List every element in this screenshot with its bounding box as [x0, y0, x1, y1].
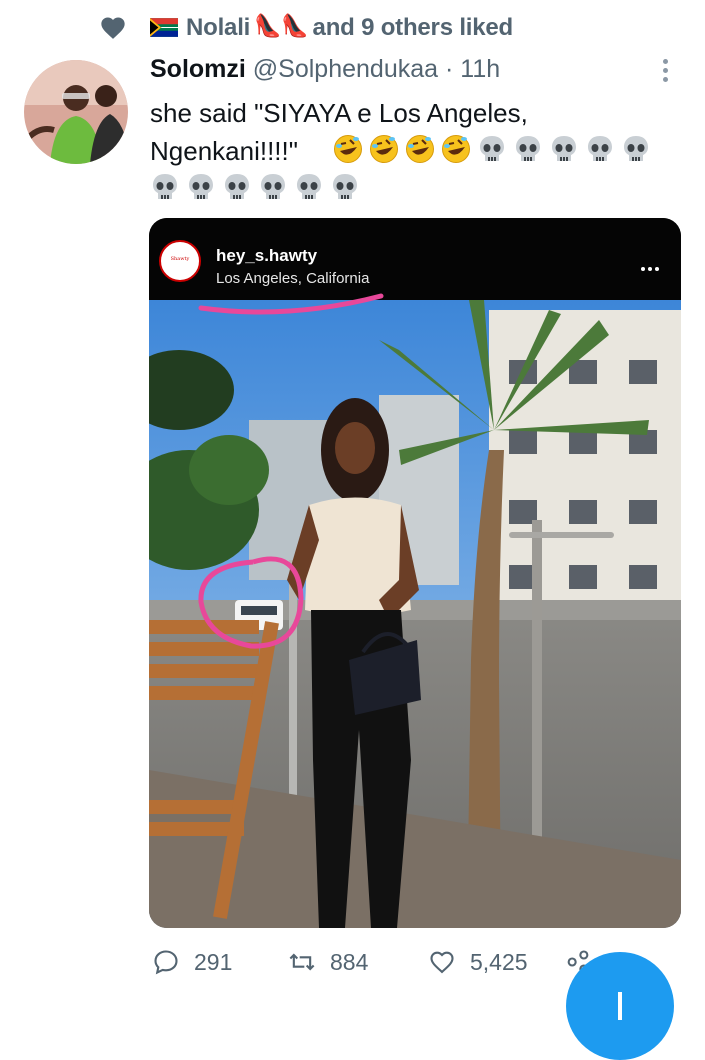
skull-emoji-icon	[225, 174, 249, 199]
skull-emoji-icon	[153, 174, 177, 199]
rofl-emoji-icon	[441, 134, 471, 164]
social-context[interactable]: Nolali 👠👠 and 9 others liked	[0, 0, 705, 50]
skull-emoji-icon	[261, 174, 285, 199]
emoji-row-2	[333, 134, 651, 164]
skull-emoji-icon	[333, 174, 357, 199]
display-name[interactable]: Solomzi	[150, 55, 246, 83]
reply-count: 291	[194, 948, 233, 975]
south-africa-flag-icon	[150, 18, 178, 37]
skull-emoji-icon	[516, 136, 540, 161]
skull-emoji-icon	[588, 136, 612, 161]
liked-by-name[interactable]: Nolali	[186, 14, 250, 41]
skull-emoji-icon	[189, 174, 213, 199]
skull-emoji-icon	[624, 136, 648, 161]
skull-emoji-icon	[480, 136, 504, 161]
reply-button[interactable]: 291	[152, 948, 232, 976]
rofl-emoji-icon	[333, 134, 363, 164]
skull-emoji-icon	[297, 174, 321, 199]
retweet-count: 884	[330, 948, 369, 975]
tweet-time[interactable]: 11h	[460, 55, 500, 83]
rofl-emoji-icon	[405, 134, 435, 164]
like-button[interactable]: 5,425	[428, 948, 528, 976]
liked-by-suffix: and 9 others liked	[312, 14, 514, 41]
tweet-text-line-1: she said "SIYAYA e Los Angeles,	[150, 98, 528, 128]
like-heart-icon	[430, 951, 454, 974]
like-count: 5,425	[470, 948, 528, 975]
skull-emoji-icon	[552, 136, 576, 161]
user-handle[interactable]: @Solphendukaa	[253, 55, 438, 83]
heart-icon	[101, 17, 125, 39]
emoji-row-3	[150, 172, 360, 202]
annotation-overlay	[198, 293, 384, 649]
separator: ·	[445, 55, 454, 83]
reply-icon	[154, 950, 178, 975]
rofl-emoji-icon	[369, 134, 399, 164]
retweet-icon	[289, 953, 315, 971]
tweet-media[interactable]: Shawty hey_s.hawty Los Angeles, Californ…	[149, 218, 681, 928]
tweet-header: Solomzi @Solphendukaa · 11h	[150, 55, 500, 84]
compose-tweet-button[interactable]	[566, 952, 674, 1060]
avatar[interactable]	[24, 60, 128, 164]
retweet-button[interactable]: 884	[288, 948, 368, 976]
plus-icon	[618, 992, 622, 1020]
high-heel-icon: 👠👠	[254, 13, 309, 38]
liked-by-text: Nolali 👠👠 and 9 others liked	[186, 13, 513, 42]
more-options-icon[interactable]	[656, 56, 674, 86]
